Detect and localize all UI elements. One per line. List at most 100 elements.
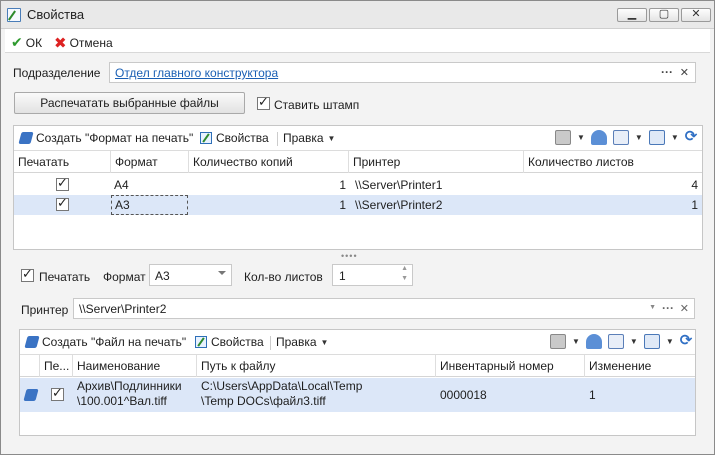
table-row[interactable]: А3 1 \\Server\Printer2 1 — [14, 195, 702, 215]
row-change: 1 — [589, 388, 596, 402]
format-label: Формат — [103, 270, 146, 284]
col-copies[interactable]: Количество копий — [189, 151, 349, 173]
col-printer[interactable]: Принтер — [349, 151, 524, 173]
chevron-down-icon[interactable]: ▼ — [635, 133, 643, 142]
row-path-line2: \Temp DOCs\файл3.tiff — [201, 394, 326, 408]
minimize-button[interactable]: ▁ — [617, 8, 647, 22]
printer-label: Принтер — [21, 303, 69, 317]
panel-splitter[interactable]: •••• — [341, 251, 358, 261]
create-format-button[interactable]: Создать "Формат на печать" — [18, 131, 193, 145]
chevron-down-icon — [218, 271, 226, 275]
properties-window-icon — [7, 8, 21, 22]
cancel-button[interactable]: ✖ Отмена — [54, 34, 113, 52]
sheet-count-stepper[interactable]: 1 ▲ ▼ — [332, 264, 413, 286]
chevron-down-icon: ▼ — [320, 337, 329, 347]
printer-field[interactable]: \\Server\Printer2 ▼ ··· ✕ — [73, 298, 695, 319]
refresh-icon[interactable]: ⟳ — [680, 333, 696, 349]
pen-icon — [23, 389, 39, 401]
row-copies: 1 — [339, 198, 346, 212]
toolbar-divider — [270, 336, 271, 350]
file-toolbar: Создать "Файл на печать" Свойства Правка… — [20, 330, 695, 355]
checkmark-icon: ✔ — [11, 34, 23, 50]
printer-value: \\Server\Printer2 — [79, 302, 167, 316]
edit-document-icon[interactable] — [612, 130, 629, 145]
file-properties-button[interactable]: Свойства — [195, 335, 264, 349]
chevron-down-icon[interactable]: ▼ — [666, 337, 674, 346]
print-checkbox[interactable] — [21, 266, 34, 282]
row-name-line2: \100.001^Вал.tiff — [77, 394, 167, 408]
division-more-button[interactable]: ··· — [661, 65, 673, 79]
table-row[interactable]: Архив\Подлинники \100.001^Вал.tiff C:\Us… — [20, 378, 695, 412]
format-value: А3 — [155, 269, 170, 283]
stamp-label: Ставить штамп — [274, 98, 360, 112]
col-print[interactable]: Пе... — [40, 355, 73, 377]
user-icon[interactable] — [585, 334, 602, 349]
col-inventory[interactable]: Инвентарный номер — [436, 355, 585, 377]
user-icon[interactable] — [590, 130, 607, 145]
col-print[interactable]: Печатать — [14, 151, 111, 173]
toolbar-divider — [277, 132, 278, 146]
properties-icon — [200, 132, 212, 144]
row-print-checkbox[interactable] — [56, 195, 69, 211]
print-label: Печатать — [39, 270, 91, 284]
format-edit-menu[interactable]: Правка ▼ — [283, 131, 335, 145]
file-panel: Создать "Файл на печать" Свойства Правка… — [19, 329, 696, 436]
sheet-count-value: 1 — [339, 269, 346, 283]
row-format: А4 — [114, 178, 129, 192]
division-link[interactable]: Отдел главного конструктора — [115, 66, 278, 80]
row-print-checkbox[interactable] — [56, 175, 69, 191]
stepper-down-icon[interactable]: ▼ — [401, 275, 408, 282]
row-printer: \\Server\Printer2 — [355, 198, 443, 212]
division-label: Подразделение — [13, 66, 101, 80]
format-grid-header: Печатать Формат Количество копий Принтер… — [14, 151, 702, 173]
close-button[interactable]: ✕ — [681, 8, 711, 22]
chevron-down-icon[interactable]: ▼ — [649, 304, 656, 311]
chevron-down-icon[interactable]: ▼ — [630, 337, 638, 346]
window-icon[interactable] — [648, 130, 665, 145]
print-selected-files-button[interactable]: Распечатать выбранные файлы — [14, 92, 245, 114]
printer-icon[interactable] — [555, 130, 571, 145]
col-path[interactable]: Путь к файлу — [197, 355, 436, 377]
format-properties-button[interactable]: Свойства — [200, 131, 269, 145]
row-path-line1: C:\Users\AppData\Local\Temp — [201, 379, 363, 393]
pen-icon — [18, 132, 34, 144]
col-format[interactable]: Формат — [111, 151, 189, 173]
maximize-button[interactable]: ▢ — [649, 8, 679, 22]
create-file-button[interactable]: Создать "Файл на печать" — [24, 335, 186, 349]
division-field[interactable]: Отдел главного конструктора ··· ✕ — [109, 62, 696, 83]
printer-more-button[interactable]: ··· — [662, 301, 674, 315]
printer-icon[interactable] — [550, 334, 566, 349]
row-name-line1: Архив\Подлинники — [77, 379, 182, 393]
edit-document-icon[interactable] — [607, 334, 624, 349]
col-sheets[interactable]: Количество листов — [524, 151, 702, 173]
row-copies: 1 — [339, 178, 346, 192]
col-name[interactable]: Наименование — [73, 355, 197, 377]
chevron-down-icon[interactable]: ▼ — [572, 337, 580, 346]
printer-clear-button[interactable]: ✕ — [680, 302, 689, 315]
format-panel: Создать "Формат на печать" Свойства Прав… — [13, 125, 703, 250]
row-sheets: 1 — [691, 198, 698, 212]
window-icon[interactable] — [643, 334, 660, 349]
dialog-toolbar: ✔ ОК ✖ Отмена — [5, 29, 710, 53]
row-print-checkbox[interactable] — [51, 385, 64, 401]
row-sheets: 4 — [691, 178, 698, 192]
table-row[interactable]: А4 1 \\Server\Printer1 4 — [14, 175, 702, 195]
file-edit-menu[interactable]: Правка ▼ — [276, 335, 328, 349]
stepper-up-icon[interactable]: ▲ — [401, 265, 408, 272]
col-change[interactable]: Изменение — [585, 355, 695, 377]
row-format[interactable]: А3 — [111, 195, 188, 215]
ok-button[interactable]: ✔ ОК — [11, 34, 42, 51]
window-title: Свойства — [27, 7, 85, 22]
file-grid-header: Пе... Наименование Путь к файлу Инвентар… — [20, 355, 695, 377]
refresh-icon[interactable]: ⟳ — [685, 129, 701, 145]
format-toolbar: Создать "Формат на печать" Свойства Прав… — [14, 126, 702, 151]
properties-icon — [195, 336, 207, 348]
chevron-down-icon[interactable]: ▼ — [577, 133, 585, 142]
chevron-down-icon[interactable]: ▼ — [671, 133, 679, 142]
stamp-checkbox[interactable] — [257, 94, 270, 110]
division-clear-button[interactable]: ✕ — [680, 66, 689, 79]
col-row-indicator — [20, 355, 40, 377]
cross-icon: ✖ — [54, 35, 67, 52]
format-dropdown[interactable]: А3 — [149, 264, 232, 286]
properties-window: Свойства ▁ ▢ ✕ ✔ ОК ✖ Отмена Подразделен… — [0, 0, 715, 455]
